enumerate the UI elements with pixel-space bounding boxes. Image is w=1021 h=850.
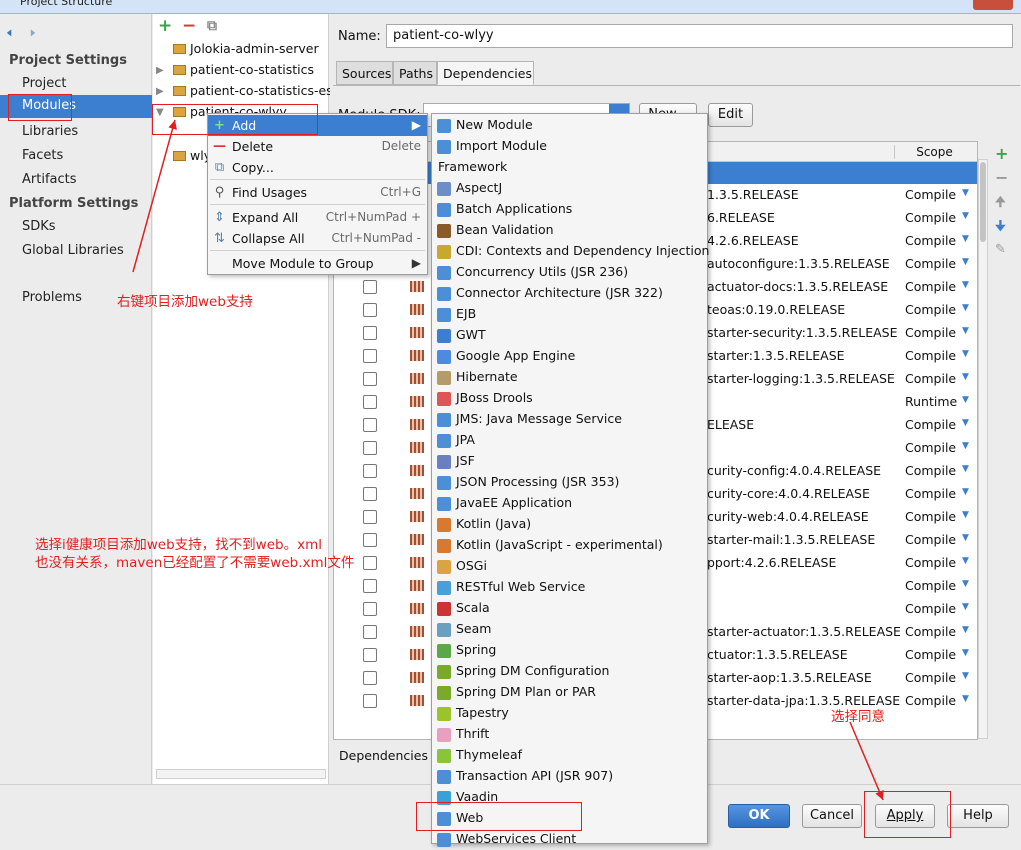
annotation-arrow-apply	[849, 721, 884, 801]
annotation-arrows	[132, 119, 884, 801]
annotation-arrow-module	[132, 119, 177, 273]
